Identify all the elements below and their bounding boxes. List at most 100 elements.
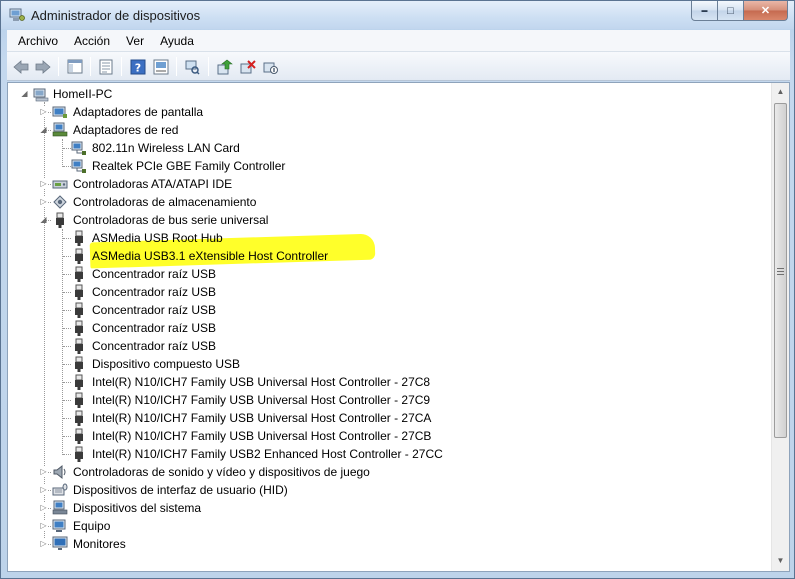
toolbar: ?	[7, 52, 790, 81]
expand-arrow-icon[interactable]: ▷	[39, 485, 48, 494]
properties-button[interactable]	[96, 57, 116, 76]
tree-category-row[interactable]: ▷ Dispositivos de interfaz de usuario (HI…	[8, 481, 771, 499]
window-title: Administrador de dispositivos	[31, 8, 201, 23]
tree-root-row[interactable]: ◢ HomeII-PC	[8, 85, 771, 103]
device-tree-pane: ◢ HomeII-PC ▷ Adaptadores de pantalla ◢ Ada…	[7, 82, 790, 572]
menu-ver[interactable]: Ver	[118, 34, 152, 48]
tree-category-row[interactable]: ▷ Monitores	[8, 535, 771, 553]
tree-device-row[interactable]: Intel(R) N10/ICH7 Family USB Universal H…	[8, 391, 771, 409]
tree-item-label: Intel(R) N10/ICH7 Family USB2 Enhanced H…	[92, 447, 443, 461]
tree-category-row[interactable]: ▷ Controladoras de almacenamiento	[8, 193, 771, 211]
collapse-arrow-icon[interactable]: ◢	[20, 89, 29, 98]
tree-category-row[interactable]: ◢ Controladoras de bus serie universal	[8, 211, 771, 229]
title-bar[interactable]: Administrador de dispositivos ▬ □ ✕	[1, 1, 794, 29]
network-card-icon	[71, 159, 86, 173]
tree-item-label: Controladoras ATA/ATAPI IDE	[73, 177, 233, 191]
tree-connector	[63, 238, 71, 239]
device-manager-window: Administrador de dispositivos ▬ □ ✕ Arch…	[0, 0, 795, 579]
usb-plug-icon	[75, 338, 83, 354]
tree-connector	[63, 364, 71, 365]
expand-arrow-icon[interactable]: ▷	[39, 539, 48, 548]
tree-category-row[interactable]: ▷ Equipo	[8, 517, 771, 535]
tree-item-label: Controladoras de almacenamiento	[73, 195, 257, 209]
expand-arrow-icon[interactable]: ▷	[39, 179, 48, 188]
expand-arrow-icon[interactable]: ▷	[39, 521, 48, 530]
expand-arrow-icon[interactable]: ▷	[39, 503, 48, 512]
collapse-arrow-icon[interactable]: ◢	[39, 125, 48, 134]
uninstall-icon	[240, 59, 256, 73]
tree-category-row[interactable]: ◢ Adaptadores de red	[8, 121, 771, 139]
console-tree-button[interactable]	[65, 57, 85, 76]
tree-connector	[63, 310, 71, 311]
tree-connector	[63, 328, 71, 329]
uninstall-button[interactable]	[238, 57, 258, 76]
tree-device-row[interactable]: Intel(R) N10/ICH7 Family USB Universal H…	[8, 373, 771, 391]
tree-device-row[interactable]: 802.11n Wireless LAN Card	[8, 139, 771, 157]
tree-connector	[63, 382, 71, 383]
usb-plug-icon	[75, 302, 83, 318]
toolbar-separator	[90, 57, 91, 76]
tree-device-row[interactable]: Intel(R) N10/ICH7 Family USB Universal H…	[8, 427, 771, 445]
tree-category-row[interactable]: ▷ Controladoras de sonido y vídeo y dispo…	[8, 463, 771, 481]
scrollbar-grip-icon	[777, 268, 784, 275]
scroll-up-arrow-icon[interactable]: ▲	[774, 84, 787, 100]
display-adapter-icon	[52, 106, 67, 118]
tree-device-row[interactable]: Concentrador raíz USB	[8, 301, 771, 319]
scrollbar-thumb[interactable]	[774, 103, 787, 438]
device-tree: ◢ HomeII-PC ▷ Adaptadores de pantalla ◢ Ada…	[8, 83, 771, 571]
tree-item-label: Concentrador raíz USB	[92, 339, 217, 353]
ide-controller-icon	[52, 180, 68, 189]
expand-arrow-icon[interactable]: ▷	[39, 107, 48, 116]
close-button[interactable]: ✕	[744, 1, 788, 21]
tree-device-row[interactable]: Concentrador raíz USB	[8, 283, 771, 301]
scan-hardware-button[interactable]	[182, 57, 202, 76]
help-button[interactable]: ?	[128, 57, 148, 76]
tree-item-label: Dispositivos de interfaz de usuario (HID…	[73, 483, 288, 497]
minimize-button[interactable]: ▬	[691, 1, 718, 21]
expand-arrow-icon[interactable]: ▷	[39, 467, 48, 476]
tree-device-row[interactable]: Concentrador raíz USB	[8, 337, 771, 355]
tree-category-row[interactable]: ▷ Adaptadores de pantalla	[8, 103, 771, 121]
tree-connector	[63, 292, 71, 293]
tree-item-label: Intel(R) N10/ICH7 Family USB Universal H…	[92, 375, 431, 389]
maximize-button[interactable]: □	[718, 1, 744, 21]
menu-archivo[interactable]: Archivo	[7, 34, 66, 48]
tree-device-row[interactable]: Intel(R) N10/ICH7 Family USB Universal H…	[8, 409, 771, 427]
tree-connector	[63, 166, 71, 167]
usb-plug-icon	[75, 356, 83, 372]
tree-item-label: Monitores	[73, 537, 126, 551]
toolbar-separator	[208, 57, 209, 76]
tree-device-row[interactable]: Realtek PCIe GBE Family Controller	[8, 157, 771, 175]
tree-device-row[interactable]: ASMedia USB Root Hub	[8, 229, 771, 247]
tree-device-row[interactable]: Dispositivo compuesto USB	[8, 355, 771, 373]
disable-icon	[263, 62, 278, 74]
show-hidden-button[interactable]	[151, 57, 171, 76]
network-adapter-icon	[52, 122, 68, 137]
back-button[interactable]	[11, 57, 31, 76]
tree-device-row[interactable]: Intel(R) N10/ICH7 Family USB2 Enhanced H…	[8, 445, 771, 463]
tree-item-label: Intel(R) N10/ICH7 Family USB Universal H…	[92, 411, 432, 425]
computer-icon	[52, 519, 66, 532]
forward-button[interactable]	[33, 57, 53, 76]
tree-device-row[interactable]: Concentrador raíz USB	[8, 319, 771, 337]
usb-plug-icon	[75, 446, 83, 462]
vertical-scrollbar[interactable]: ▲ ▼	[771, 83, 789, 571]
tree-item-label: Adaptadores de pantalla	[73, 105, 204, 119]
menu-accion[interactable]: Acción	[66, 34, 118, 48]
tree-item-label: Controladoras de sonido y vídeo y dispos…	[73, 465, 370, 479]
close-icon: ✕	[760, 5, 771, 17]
tree-category-row[interactable]: ▷ Dispositivos del sistema	[8, 499, 771, 517]
toolbar-separator	[121, 57, 122, 76]
storage-controller-icon	[53, 195, 67, 209]
tree-device-row[interactable]: Concentrador raíz USB	[8, 265, 771, 283]
disable-button[interactable]	[261, 57, 281, 76]
expand-arrow-icon[interactable]: ▷	[39, 197, 48, 206]
menu-ayuda[interactable]: Ayuda	[152, 34, 202, 48]
collapse-arrow-icon[interactable]: ◢	[39, 215, 48, 224]
scroll-down-arrow-icon[interactable]: ▼	[774, 553, 787, 569]
tree-device-row[interactable]: ASMedia USB3.1 eXtensible Host Controlle…	[8, 247, 771, 265]
tree-category-row[interactable]: ▷ Controladoras ATA/ATAPI IDE	[8, 175, 771, 193]
update-driver-button[interactable]	[215, 57, 235, 76]
monitor-icon	[52, 536, 68, 550]
tree-item-label: ASMedia USB3.1 eXtensible Host Controlle…	[92, 249, 329, 263]
